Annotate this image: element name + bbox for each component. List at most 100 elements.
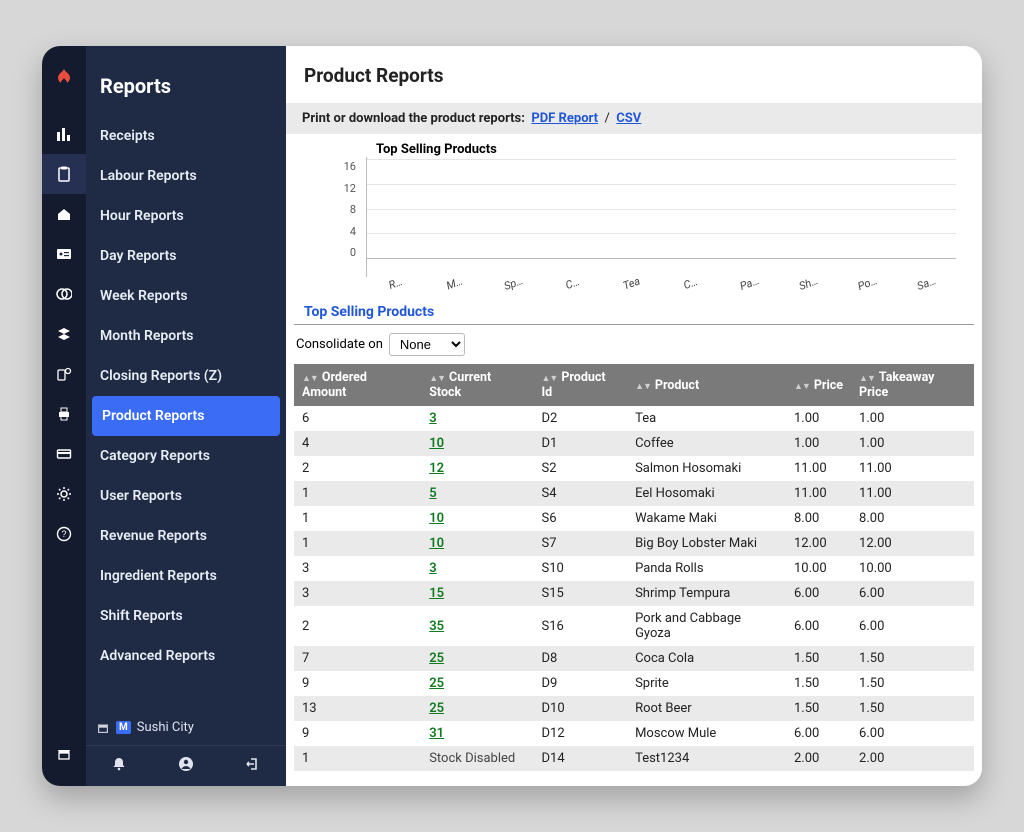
cell-stock[interactable]: 12	[421, 456, 533, 481]
sidebar-footer	[86, 745, 286, 786]
col-pid[interactable]: ▲▼Product Id	[533, 364, 627, 406]
id-card-icon	[56, 246, 72, 262]
user-account-icon[interactable]	[178, 756, 194, 772]
rail-item-print[interactable]	[42, 394, 86, 434]
cell-stock[interactable]: 25	[421, 671, 533, 696]
layers-icon	[56, 326, 72, 342]
consolidate-select[interactable]: None	[389, 333, 465, 356]
cell-takeaway: 2.00	[851, 746, 974, 771]
sidebar-item-week-reports[interactable]: Week Reports	[86, 276, 286, 316]
pdf-report-link[interactable]: PDF Report	[531, 111, 598, 126]
sort-icon: ▲▼	[302, 374, 318, 384]
col-ordered[interactable]: ▲▼Ordered Amount	[294, 364, 421, 406]
gear-icon	[56, 486, 72, 502]
cell-price: 2.00	[786, 746, 851, 771]
table-row: 725D8Coca Cola1.501.50	[294, 646, 974, 671]
sidebar-item-receipts[interactable]: Receipts	[86, 116, 286, 156]
sidebar-item-closing-reports-z-[interactable]: Closing Reports (Z)	[86, 356, 286, 396]
cell-takeaway: 1.50	[851, 646, 974, 671]
cell-ordered: 2	[294, 606, 421, 646]
cell-ordered: 1	[294, 531, 421, 556]
rail-item-store[interactable]	[42, 734, 86, 774]
cell-pid: D12	[533, 721, 627, 746]
cell-stock[interactable]: 5	[421, 481, 533, 506]
cell-takeaway: 10.00	[851, 556, 974, 581]
table-row: 212S2Salmon Hosomaki11.0011.00	[294, 456, 974, 481]
col-product[interactable]: ▲▼Product	[627, 364, 786, 406]
rail-item-analytics[interactable]	[42, 114, 86, 154]
sidebar-item-month-reports[interactable]: Month Reports	[86, 316, 286, 356]
products-table: ▲▼Ordered Amount ▲▼Current Stock ▲▼Produ…	[294, 364, 974, 771]
col-stock[interactable]: ▲▼Current Stock	[421, 364, 533, 406]
cell-ordered: 6	[294, 406, 421, 431]
cell-stock[interactable]: 35	[421, 606, 533, 646]
cell-takeaway: 1.00	[851, 431, 974, 456]
sort-icon: ▲▼	[635, 382, 651, 392]
cell-product: Panda Rolls	[627, 556, 786, 581]
cell-ordered: 3	[294, 581, 421, 606]
csv-link[interactable]: CSV	[616, 111, 641, 126]
table-row: 110S7Big Boy Lobster Maki12.0012.00	[294, 531, 974, 556]
cell-stock[interactable]: 10	[421, 506, 533, 531]
cell-stock[interactable]: 3	[421, 556, 533, 581]
rail-item-home[interactable]	[42, 194, 86, 234]
sidebar-item-ingredient-reports[interactable]: Ingredient Reports	[86, 556, 286, 596]
notifications-icon[interactable]	[111, 756, 127, 772]
cell-stock[interactable]: 31	[421, 721, 533, 746]
sidebar-item-hour-reports[interactable]: Hour Reports	[86, 196, 286, 236]
cell-ordered: 1	[294, 746, 421, 771]
table-row: 925D9Sprite1.501.50	[294, 671, 974, 696]
cell-pid: D10	[533, 696, 627, 721]
cell-stock[interactable]: 10	[421, 531, 533, 556]
rail-item-reports[interactable]	[42, 154, 86, 194]
rail-item-help[interactable]: ?	[42, 514, 86, 554]
table-row: 315S15Shrimp Tempura6.006.00	[294, 581, 974, 606]
rail-item-card[interactable]	[42, 434, 86, 474]
location-selector[interactable]: M Sushi City	[86, 710, 286, 745]
cell-price: 10.00	[786, 556, 851, 581]
cell-stock[interactable]: 15	[421, 581, 533, 606]
cell-ordered: 9	[294, 721, 421, 746]
sidebar: Reports ReceiptsLabour ReportsHour Repor…	[86, 46, 286, 786]
cell-product: Eel Hosomaki	[627, 481, 786, 506]
table-row: 931D12Moscow Mule6.006.00	[294, 721, 974, 746]
cell-stock[interactable]: 25	[421, 696, 533, 721]
rail-item-money[interactable]	[42, 274, 86, 314]
col-takeaway[interactable]: ▲▼Takeaway Price	[851, 364, 974, 406]
sidebar-item-labour-reports[interactable]: Labour Reports	[86, 156, 286, 196]
sidebar-item-shift-reports[interactable]: Shift Reports	[86, 596, 286, 636]
col-price[interactable]: ▲▼Price	[786, 364, 851, 406]
icon-rail: ?	[42, 46, 86, 786]
logout-icon[interactable]	[245, 756, 261, 772]
sidebar-item-day-reports[interactable]: Day Reports	[86, 236, 286, 276]
cell-price: 6.00	[786, 606, 851, 646]
rail-item-layers[interactable]	[42, 314, 86, 354]
cell-price: 1.50	[786, 646, 851, 671]
top-selling-chart: Top Selling Products 1612840 R…M…Sp…C…Te…	[286, 134, 982, 290]
cell-product: Sprite	[627, 671, 786, 696]
rail-item-settings[interactable]	[42, 474, 86, 514]
cell-product: Pork and Cabbage Gyoza	[627, 606, 786, 646]
cell-takeaway: 6.00	[851, 721, 974, 746]
cell-pid: S10	[533, 556, 627, 581]
sidebar-item-user-reports[interactable]: User Reports	[86, 476, 286, 516]
table-row: 1Stock DisabledD14Test12342.002.00	[294, 746, 974, 771]
rail-item-device[interactable]	[42, 354, 86, 394]
sidebar-item-product-reports[interactable]: Product Reports	[92, 396, 280, 436]
cell-stock[interactable]: 25	[421, 646, 533, 671]
consolidate-label: Consolidate on	[296, 337, 383, 352]
cell-price: 8.00	[786, 506, 851, 531]
table-row: 110S6Wakame Maki8.008.00	[294, 506, 974, 531]
sidebar-item-revenue-reports[interactable]: Revenue Reports	[86, 516, 286, 556]
cell-ordered: 3	[294, 556, 421, 581]
sidebar-item-advanced-reports[interactable]: Advanced Reports	[86, 636, 286, 676]
sort-icon: ▲▼	[859, 374, 875, 384]
cell-price: 1.00	[786, 406, 851, 431]
rail-item-customers[interactable]	[42, 234, 86, 274]
cell-stock[interactable]: 10	[421, 431, 533, 456]
sidebar-item-category-reports[interactable]: Category Reports	[86, 436, 286, 476]
cell-pid: S7	[533, 531, 627, 556]
cell-stock[interactable]: 3	[421, 406, 533, 431]
page-title: Product Reports	[286, 46, 982, 103]
cell-takeaway: 12.00	[851, 531, 974, 556]
